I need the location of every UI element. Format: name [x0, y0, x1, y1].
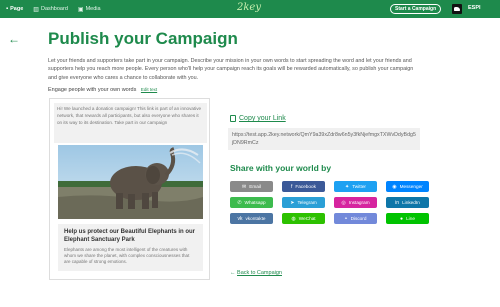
- share-button-email[interactable]: ✉ Email: [230, 181, 273, 192]
- share-button-label: Messenger: [399, 184, 423, 189]
- engage-heading: Engage people with your own words Edit t…: [48, 87, 157, 93]
- share-message[interactable]: Hi! We launched a donation campaign! Thi…: [54, 103, 207, 143]
- share-button-telegram[interactable]: ➤ Telegram: [282, 197, 325, 208]
- campaign-image: [58, 145, 203, 219]
- share-button-line[interactable]: ● Line: [386, 213, 429, 224]
- share-button-label: Telegram: [297, 200, 317, 205]
- discord-icon: ◓: [344, 215, 348, 222]
- nav-item-dashboard[interactable]: ▥ Dashboard: [33, 0, 68, 18]
- copy-icon: [230, 115, 236, 122]
- start-campaign-button[interactable]: Start a Campaign: [390, 4, 442, 14]
- nav-item-page[interactable]: ▪ Page: [6, 0, 23, 18]
- share-button-linkedin[interactable]: in LinkedIn: [386, 197, 429, 208]
- share-button-discord[interactable]: ◓ Discord: [334, 213, 377, 224]
- edit-text-link[interactable]: Edit text: [141, 87, 157, 92]
- share-button-label: Whatsapp: [244, 200, 266, 205]
- campaign-link-field[interactable]: https://test.app.2key.network/QmY9a39xZd…: [228, 128, 420, 150]
- share-button-label: vkontakte: [245, 216, 266, 221]
- share-button-label: Line: [406, 216, 415, 221]
- facebook-icon: f: [291, 183, 293, 190]
- share-button-label: Discord: [350, 216, 367, 221]
- nav-item-media[interactable]: ▣ Media: [78, 0, 101, 18]
- intro-text: Let your friends and supporters take par…: [48, 58, 414, 81]
- campaign-summary: Help us protect our Beautiful Elephants …: [58, 224, 203, 271]
- back-arrow-icon[interactable]: ←: [8, 32, 20, 46]
- back-icon: ←: [230, 270, 236, 276]
- wechat-icon: ◍: [291, 215, 296, 222]
- share-button-label: LinkedIn: [402, 200, 420, 205]
- top-navigation-bar: ▪ Page ▥ Dashboard ▣ Media 2key Start a …: [0, 0, 500, 18]
- main-nav: ▪ Page ▥ Dashboard ▣ Media: [6, 0, 111, 18]
- telegram-icon: ➤: [290, 199, 295, 206]
- nav-item-label: Media: [85, 6, 101, 12]
- campaign-card-description: Elephants are among the most intelligent…: [64, 247, 190, 264]
- dashboard-icon: ▥: [33, 6, 39, 13]
- twitter-icon: ✦: [344, 183, 350, 190]
- share-button-facebook[interactable]: f Facebook: [282, 181, 325, 192]
- user-name[interactable]: ESPI: [468, 5, 481, 11]
- share-heading: Share with your world by: [230, 163, 332, 173]
- page-icon: ▪: [6, 6, 9, 12]
- nav-item-label: Page: [10, 6, 24, 12]
- share-button-label: Twitter: [352, 184, 366, 189]
- elephant-photo: [58, 145, 203, 219]
- user-avatar[interactable]: [452, 4, 462, 14]
- instagram-icon: ◎: [341, 199, 346, 206]
- nav-item-label: Dashboard: [40, 6, 68, 12]
- share-button-messenger[interactable]: ◉ Messenger: [386, 181, 429, 192]
- share-button-label: Facebook: [295, 184, 316, 189]
- share-button-label: Email: [249, 184, 261, 189]
- share-button-wechat[interactable]: ◍ WeChat: [282, 213, 325, 224]
- back-to-campaign-label: Back to Campaign: [237, 270, 282, 276]
- whatsapp-icon: ✆: [237, 199, 242, 206]
- share-button-instagram[interactable]: ◎ Instagram: [334, 197, 377, 208]
- media-icon: ▣: [77, 6, 84, 13]
- share-button-whatsapp[interactable]: ✆ Whatsapp: [230, 197, 273, 208]
- copy-link-label: Copy your Link: [239, 115, 286, 122]
- brand-logo[interactable]: 2key: [237, 2, 261, 13]
- email-icon: ✉: [242, 183, 247, 190]
- page-title: Publish your Campaign: [48, 29, 238, 48]
- linkedin-icon: in: [395, 199, 400, 206]
- share-button-label: WeChat: [298, 216, 316, 221]
- copy-link-button[interactable]: Copy your Link: [230, 115, 286, 122]
- share-button-vkontakte[interactable]: vk vkontakte: [230, 213, 273, 224]
- share-button-twitter[interactable]: ✦ Twitter: [334, 181, 377, 192]
- share-button-label: Instagram: [348, 200, 370, 205]
- line-icon: ●: [400, 215, 404, 222]
- share-buttons-grid: ✉ Email f Facebook ✦ Twitter ◉ Messenger ✆ Whatsa…: [230, 181, 429, 224]
- vkontakte-icon: vk: [237, 215, 243, 222]
- campaign-card-title: Help us protect our Beautiful Elephants …: [64, 229, 196, 243]
- share-preview-card: Hi! We launched a donation campaign! Thi…: [49, 98, 210, 280]
- messenger-icon: ◉: [392, 183, 397, 190]
- engage-label: Engage people with your own words: [48, 87, 137, 93]
- back-to-campaign-link[interactable]: ← Back to Campaign: [230, 270, 282, 276]
